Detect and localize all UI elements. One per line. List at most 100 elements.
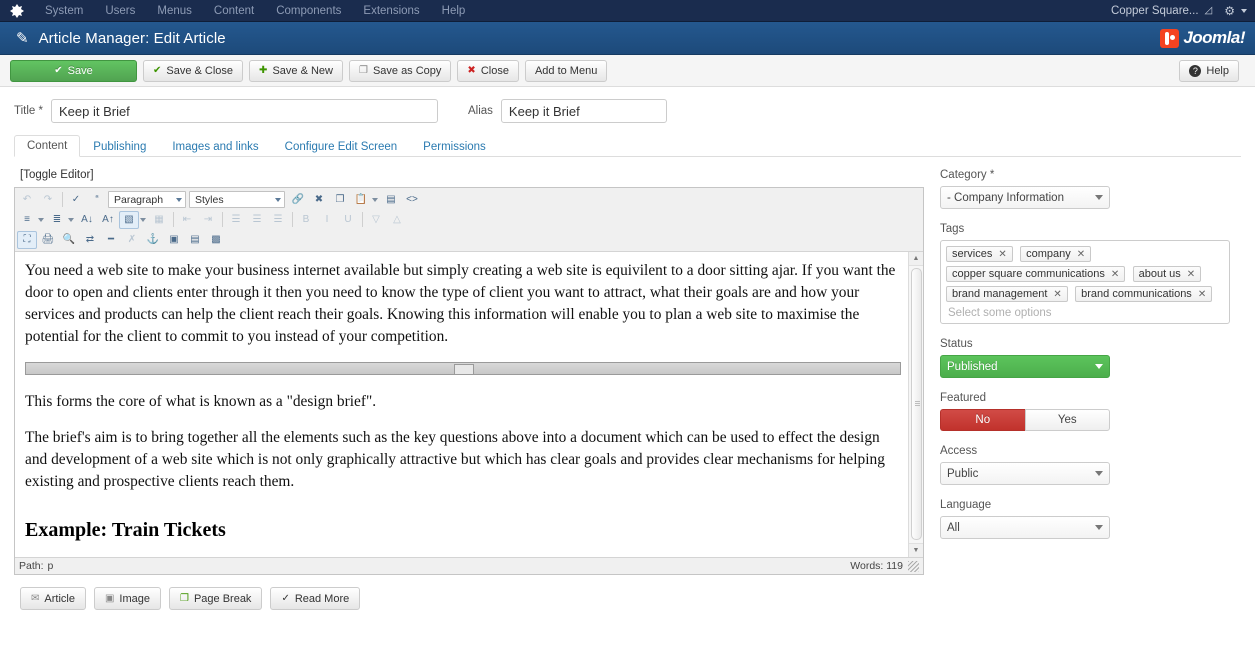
italic-icon[interactable]: I bbox=[317, 211, 337, 229]
add-to-menu-button[interactable]: Add to Menu bbox=[524, 59, 608, 82]
editor-content-area[interactable]: You need a web site to make your busines… bbox=[15, 252, 923, 557]
remove-tag-icon[interactable]: ✕ bbox=[1111, 269, 1119, 280]
copy-icon[interactable]: ❐ bbox=[330, 191, 350, 209]
tag-chip[interactable]: services ✕ bbox=[946, 246, 1013, 262]
decrease-font-size-icon[interactable]: A↓ bbox=[77, 211, 97, 229]
remove-tag-icon[interactable]: ✕ bbox=[998, 249, 1006, 260]
print-icon[interactable]: 🖨 bbox=[38, 231, 58, 249]
blockquote-icon[interactable]: “ bbox=[87, 191, 107, 209]
increase-font-size-icon[interactable]: A↑ bbox=[98, 211, 118, 229]
tag-chip[interactable]: copper square communications ✕ bbox=[946, 266, 1126, 282]
save-button[interactable]: ✔ Save bbox=[10, 59, 137, 82]
insert-layer-icon[interactable]: ▩ bbox=[206, 231, 226, 249]
tags-input[interactable]: services ✕ company ✕ copper square commu… bbox=[940, 240, 1230, 324]
help-button[interactable]: ? Help bbox=[1179, 59, 1239, 82]
menu-item-content[interactable]: Content bbox=[203, 0, 265, 22]
remove-tag-icon[interactable]: ✕ bbox=[1198, 289, 1206, 300]
paste-chevron-down-icon[interactable] bbox=[372, 197, 378, 202]
save-close-button[interactable]: ✔ Save & Close bbox=[143, 59, 244, 82]
remove-format-icon[interactable]: ✗ bbox=[122, 231, 142, 249]
external-link-icon[interactable]: ◿ bbox=[1203, 5, 1223, 16]
tab-permissions[interactable]: Permissions bbox=[410, 136, 499, 157]
remove-tag-icon[interactable]: ✕ bbox=[1187, 269, 1195, 280]
alias-input[interactable] bbox=[500, 99, 667, 123]
styles-select[interactable]: Styles bbox=[189, 191, 285, 208]
menu-item-help[interactable]: Help bbox=[431, 0, 477, 22]
featured-option-yes[interactable]: Yes bbox=[1024, 409, 1110, 431]
align-left-icon[interactable]: ☰ bbox=[226, 211, 246, 229]
site-name-link[interactable]: Copper Square... bbox=[1103, 5, 1203, 17]
editor-scrollbar[interactable]: ▲ ▼ bbox=[908, 252, 923, 557]
featured-option-no[interactable]: No bbox=[940, 409, 1025, 431]
paragraph-format-select[interactable]: Paragraph bbox=[108, 191, 186, 208]
language-select[interactable]: All bbox=[940, 516, 1110, 539]
superscript-icon[interactable]: △ bbox=[387, 211, 407, 229]
background-color-icon[interactable]: ▦ bbox=[149, 211, 169, 229]
gear-icon[interactable]: ⚙ bbox=[1222, 4, 1237, 18]
category-select[interactable]: - Company Information bbox=[940, 186, 1110, 209]
fullscreen-icon[interactable]: ⛶ bbox=[17, 230, 37, 249]
numbered-list-chevron-down-icon[interactable] bbox=[38, 217, 44, 222]
indent-icon[interactable]: ⇥ bbox=[198, 211, 218, 229]
access-select[interactable]: Public bbox=[940, 462, 1110, 485]
insert-table-icon[interactable]: ▤ bbox=[185, 231, 205, 249]
toggle-editor-link[interactable]: [Toggle Editor] bbox=[14, 157, 924, 187]
scrollbar-thumb[interactable] bbox=[911, 268, 922, 540]
align-center-icon[interactable]: ☰ bbox=[247, 211, 267, 229]
redo-icon[interactable]: ↷ bbox=[38, 191, 58, 209]
tab-content[interactable]: Content bbox=[14, 135, 81, 157]
editor-column: [Toggle Editor] ↶ ↷ ✓ “ Paragraph Styles bbox=[14, 157, 924, 610]
remove-tag-icon[interactable]: ✕ bbox=[1053, 289, 1061, 300]
save-as-copy-button[interactable]: ❐ Save as Copy bbox=[348, 59, 452, 82]
replace-icon[interactable]: ⇄ bbox=[80, 231, 100, 249]
resize-handle-icon[interactable] bbox=[908, 560, 919, 572]
source-code-icon[interactable]: <> bbox=[402, 191, 422, 209]
menu-item-menus[interactable]: Menus bbox=[146, 0, 203, 22]
subscript-icon[interactable]: ▽ bbox=[366, 211, 386, 229]
insert-image-button[interactable]: ▣ Image bbox=[93, 587, 161, 610]
anchor-icon[interactable]: ⚓ bbox=[143, 231, 163, 249]
text-color-chevron-down-icon[interactable] bbox=[140, 217, 146, 222]
tab-configure-edit-screen[interactable]: Configure Edit Screen bbox=[272, 136, 411, 157]
horizontal-rule-icon[interactable]: ━ bbox=[101, 231, 121, 249]
featured-field: Featured No Yes bbox=[940, 392, 1237, 431]
tag-chip[interactable]: about us ✕ bbox=[1132, 266, 1202, 282]
scroll-down-arrow-icon[interactable]: ▼ bbox=[909, 543, 923, 557]
insert-page-break-button[interactable]: ❐ Page Break bbox=[168, 587, 263, 610]
search-icon[interactable]: 🔍 bbox=[59, 231, 79, 249]
underline-icon[interactable]: U bbox=[338, 211, 358, 229]
remove-tag-icon[interactable]: ✕ bbox=[1077, 249, 1085, 260]
title-input[interactable] bbox=[50, 99, 438, 123]
numbered-list-icon[interactable]: ≡ bbox=[17, 211, 37, 229]
link-icon[interactable]: 🔗 bbox=[288, 191, 308, 209]
outdent-icon[interactable]: ⇤ bbox=[177, 211, 197, 229]
scroll-up-arrow-icon[interactable]: ▲ bbox=[909, 252, 923, 266]
tab-publishing[interactable]: Publishing bbox=[80, 136, 159, 157]
paste-as-text-icon[interactable]: ▤ bbox=[381, 191, 401, 209]
align-right-icon[interactable]: ☰ bbox=[268, 211, 288, 229]
menu-item-components[interactable]: Components bbox=[265, 0, 352, 22]
menu-item-users[interactable]: Users bbox=[94, 0, 146, 22]
bold-icon[interactable]: B bbox=[296, 211, 316, 229]
menu-item-system[interactable]: System bbox=[34, 0, 94, 22]
spellcheck-icon[interactable]: ✓ bbox=[66, 191, 86, 209]
status-select[interactable]: Published bbox=[940, 355, 1110, 378]
unlink-icon[interactable]: ✖ bbox=[309, 191, 329, 209]
save-new-button[interactable]: ✚ Save & New bbox=[249, 59, 343, 82]
chevron-down-icon[interactable] bbox=[1241, 8, 1247, 13]
joomla-mark-icon[interactable] bbox=[0, 3, 34, 18]
insert-article-button[interactable]: ✉ Article bbox=[20, 587, 86, 610]
bullet-list-icon[interactable]: ≣ bbox=[47, 211, 67, 229]
bullet-list-chevron-down-icon[interactable] bbox=[68, 217, 74, 222]
insert-image-icon[interactable]: ▣ bbox=[164, 231, 184, 249]
text-color-icon[interactable]: ▧ bbox=[119, 210, 139, 229]
tag-chip[interactable]: brand management ✕ bbox=[946, 286, 1068, 302]
tag-chip[interactable]: brand communications ✕ bbox=[1075, 286, 1213, 302]
undo-icon[interactable]: ↶ bbox=[17, 191, 37, 209]
close-button[interactable]: ✖ Close bbox=[457, 59, 519, 82]
tab-images-and-links[interactable]: Images and links bbox=[159, 136, 271, 157]
insert-read-more-button[interactable]: ✓ Read More bbox=[270, 587, 361, 610]
paste-icon[interactable]: 📋 bbox=[351, 191, 371, 209]
menu-item-extensions[interactable]: Extensions bbox=[352, 0, 430, 22]
tag-chip[interactable]: company ✕ bbox=[1020, 246, 1092, 262]
